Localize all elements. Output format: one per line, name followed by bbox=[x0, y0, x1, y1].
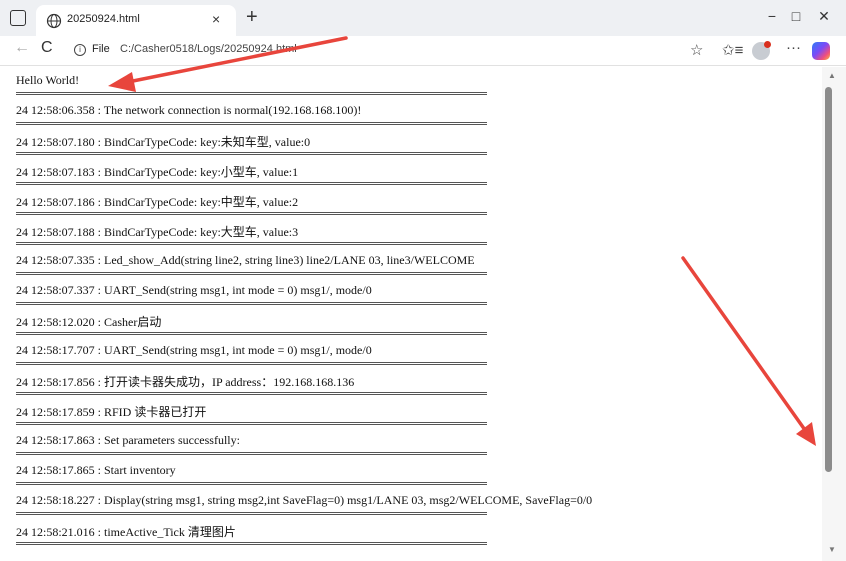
tab-title: 20250924.html bbox=[67, 13, 140, 25]
browser-toolbar: ← C i File C:/Casher0518/Logs/20250924.h… bbox=[0, 36, 846, 66]
log-entry: 24 12:58:07.186 : BindCarTypeCode: key:中… bbox=[16, 195, 299, 209]
minimize-button[interactable]: − bbox=[762, 8, 782, 24]
favorites-icon[interactable]: ✩≡ bbox=[722, 41, 743, 59]
log-entry: 24 12:58:17.859 : RFID 读卡器已打开 bbox=[16, 405, 207, 419]
new-tab-button[interactable]: + bbox=[246, 6, 258, 29]
log-entry: 24 12:58:17.707 : UART_Send(string msg1,… bbox=[16, 343, 372, 357]
separator bbox=[16, 452, 487, 455]
separator bbox=[16, 302, 487, 305]
log-entry: 24 12:58:07.337 : UART_Send(string msg1,… bbox=[16, 283, 372, 297]
tab-actions-icon[interactable] bbox=[10, 10, 26, 26]
separator bbox=[16, 332, 487, 335]
back-button[interactable]: ← bbox=[14, 39, 30, 57]
log-entry: 24 12:58:07.180 : BindCarTypeCode: key:未… bbox=[16, 135, 311, 149]
more-menu-button[interactable]: ··· bbox=[786, 39, 801, 56]
scroll-down-arrow-icon[interactable]: ▼ bbox=[828, 545, 836, 554]
log-entry: 24 12:58:17.865 : Start inventory bbox=[16, 463, 176, 477]
globe-icon bbox=[46, 13, 62, 29]
close-tab-icon[interactable]: × bbox=[212, 11, 220, 27]
notification-badge bbox=[764, 41, 771, 48]
vertical-scrollbar[interactable]: ▲ ▼ bbox=[822, 67, 846, 561]
separator bbox=[16, 122, 487, 125]
refresh-button[interactable]: C bbox=[41, 39, 53, 57]
separator bbox=[16, 212, 487, 215]
log-entry: 24 12:58:06.358 : The network connection… bbox=[16, 103, 362, 117]
scroll-up-arrow-icon[interactable]: ▲ bbox=[828, 71, 836, 80]
scroll-thumb[interactable] bbox=[825, 87, 832, 472]
title-bar: 20250924.html × + − □ ✕ bbox=[0, 0, 846, 36]
separator bbox=[16, 92, 487, 95]
separator bbox=[16, 182, 487, 185]
log-entry: 24 12:58:07.183 : BindCarTypeCode: key:小… bbox=[16, 165, 299, 179]
close-window-button[interactable]: ✕ bbox=[814, 8, 834, 25]
info-icon[interactable]: i bbox=[74, 44, 86, 56]
log-entry: 24 12:58:18.227 : Display(string msg1, s… bbox=[16, 493, 593, 507]
page-content: Hello World! 24 12:58:06.358 : The netwo… bbox=[0, 67, 822, 561]
separator bbox=[16, 422, 487, 425]
separator bbox=[16, 542, 487, 545]
copilot-icon[interactable] bbox=[812, 42, 830, 60]
separator bbox=[16, 392, 487, 395]
log-entry: 24 12:58:17.856 : 打开读卡器失成功，IP address：19… bbox=[16, 375, 355, 389]
log-entry: 24 12:58:07.188 : BindCarTypeCode: key:大… bbox=[16, 225, 299, 239]
log-entry: 24 12:58:17.863 : Set parameters success… bbox=[16, 433, 240, 447]
log-entry: 24 12:58:07.335 : Led_show_Add(string li… bbox=[16, 253, 475, 267]
log-entry: 24 12:58:12.020 : Casher启动 bbox=[16, 315, 162, 329]
address-bar[interactable]: C:/Casher0518/Logs/20250924.html bbox=[120, 43, 297, 55]
separator bbox=[16, 482, 487, 485]
file-label: File bbox=[92, 43, 110, 55]
separator bbox=[16, 512, 487, 515]
separator bbox=[16, 272, 487, 275]
log-entry: 24 12:58:21.016 : timeActive_Tick 清理图片 bbox=[16, 525, 236, 539]
separator bbox=[16, 362, 487, 365]
log-header: Hello World! bbox=[16, 73, 80, 87]
separator bbox=[16, 152, 487, 155]
star-icon[interactable]: ☆ bbox=[690, 41, 703, 59]
separator bbox=[16, 242, 487, 245]
tab-active[interactable]: 20250924.html × bbox=[36, 5, 236, 36]
maximize-button[interactable]: □ bbox=[786, 8, 806, 24]
